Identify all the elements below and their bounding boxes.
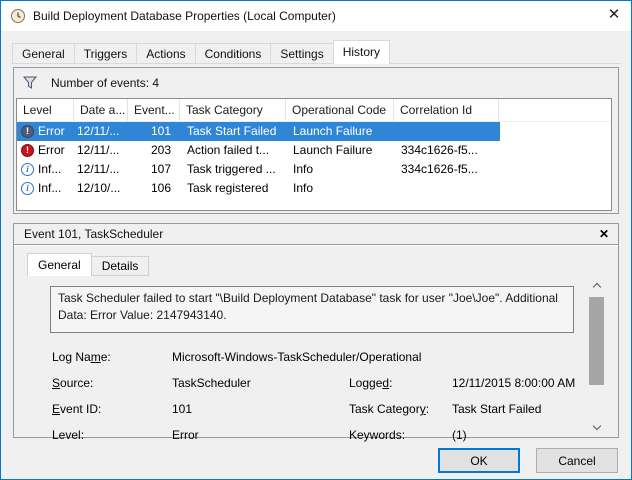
tab-settings[interactable]: Settings <box>270 43 334 64</box>
event-level: Inf... <box>38 162 62 176</box>
event-task-category: Task registered <box>187 181 269 195</box>
filter-bar: Number of events: 4 <box>14 68 618 98</box>
event-date: 12/10/... <box>77 181 121 195</box>
event-opcode: Info <box>293 181 314 195</box>
event-row[interactable]: ! Error 12/11/... 203 Action failed t... … <box>17 141 500 160</box>
scroll-down-icon[interactable] <box>588 418 605 433</box>
info-icon: i <box>21 163 34 176</box>
event-preview-pane: Event 101, TaskScheduler ✕ General Detai… <box>13 223 619 442</box>
event-date: 12/11/... <box>77 162 120 176</box>
titlebar[interactable]: Build Deployment Database Properties (Lo… <box>1 1 631 31</box>
task-scheduler-clock-icon <box>10 8 26 24</box>
source-label: Source: <box>52 376 94 390</box>
logged-value: 12/11/2015 8:00:00 AM <box>452 376 576 390</box>
filter-icon[interactable] <box>22 76 38 92</box>
event-date: 12/11/... <box>77 124 120 138</box>
tab-preview-details[interactable]: Details <box>90 256 150 276</box>
event-id-value: 101 <box>172 402 193 416</box>
column-header-date[interactable]: Date a... <box>74 99 128 121</box>
tab-actions[interactable]: Actions <box>136 43 196 64</box>
scrollbar-thumb[interactable] <box>589 297 604 385</box>
scroll-up-icon[interactable] <box>588 278 605 293</box>
column-header-event-id[interactable]: Event... <box>128 99 180 121</box>
event-row[interactable]: i Inf... 12/10/... 106 Task registered In… <box>17 179 500 198</box>
preview-general-content: Task Scheduler failed to start "\Build D… <box>16 276 616 442</box>
error-icon: ! <box>21 144 34 157</box>
event-correlation-id: 334c1626-f5... <box>401 162 478 176</box>
event-correlation-id: 334c1626-f5... <box>401 143 478 157</box>
window-title: Build Deployment Database Properties (Lo… <box>33 9 336 23</box>
keywords-value: (1) <box>452 428 467 442</box>
event-id: 106 <box>150 181 171 195</box>
events-panel: Number of events: 4 Level Date a... Even… <box>13 67 619 214</box>
event-task-category: Action failed t... <box>187 143 270 157</box>
preview-header: Event 101, TaskScheduler ✕ <box>14 224 618 245</box>
logged-label: Logged: <box>349 376 393 390</box>
event-level: Inf... <box>38 181 62 195</box>
log-name-label: Log Name: <box>52 350 111 364</box>
event-list-header: Level Date a... Event... Task Category O… <box>17 99 611 122</box>
keywords-label: Keywords: <box>349 428 406 442</box>
event-level: Error <box>38 143 65 157</box>
column-header-filler <box>499 99 611 121</box>
event-row[interactable]: i Inf... 12/11/... 107 Task triggered ...… <box>17 160 500 179</box>
event-list[interactable]: Level Date a... Event... Task Category O… <box>16 98 612 211</box>
log-name-value: Microsoft-Windows-TaskScheduler/Operatio… <box>172 350 422 364</box>
cancel-button[interactable]: Cancel <box>536 448 618 473</box>
column-header-level[interactable]: Level <box>17 99 74 121</box>
event-task-category: Task Start Failed <box>187 124 277 138</box>
event-opcode: Launch Failure <box>293 124 373 138</box>
preview-tab-strip: General Details <box>27 253 150 276</box>
event-id: 203 <box>150 143 171 157</box>
level-label: Level: <box>52 428 85 442</box>
info-icon: i <box>21 182 34 195</box>
ok-button[interactable]: OK <box>438 448 520 473</box>
tab-preview-general[interactable]: General <box>27 253 92 276</box>
error-icon: ! <box>21 125 34 138</box>
event-count-label: Number of events: 4 <box>51 76 160 90</box>
source-value: TaskScheduler <box>172 376 251 390</box>
close-icon[interactable]: ✕ <box>597 1 631 31</box>
column-header-correlation-id[interactable]: Correlation Id <box>394 99 499 121</box>
event-correlation-id <box>395 179 500 198</box>
column-header-task-category[interactable]: Task Category <box>180 99 286 121</box>
event-id-label: Event ID: <box>52 402 102 416</box>
tab-triggers[interactable]: Triggers <box>73 43 138 64</box>
properties-dialog: Build Deployment Database Properties (Lo… <box>0 0 632 480</box>
tab-strip: General Triggers Actions Conditions Sett… <box>12 40 391 64</box>
preview-close-icon[interactable]: ✕ <box>599 224 609 244</box>
event-opcode: Info <box>293 162 314 176</box>
task-category-value: Task Start Failed <box>452 402 542 416</box>
level-value: Error <box>172 428 199 442</box>
preview-scrollbar[interactable] <box>588 278 605 433</box>
task-category-label: Task Category: <box>349 402 430 416</box>
event-id: 101 <box>150 124 171 138</box>
tab-general[interactable]: General <box>12 43 75 64</box>
event-id: 107 <box>150 162 171 176</box>
event-description[interactable]: Task Scheduler failed to start "\Build D… <box>50 286 574 333</box>
event-opcode: Launch Failure <box>293 143 373 157</box>
tab-conditions[interactable]: Conditions <box>194 43 272 64</box>
event-task-category: Task triggered ... <box>187 162 276 176</box>
event-level: Error <box>38 124 65 138</box>
event-correlation-id <box>395 122 500 141</box>
tab-history[interactable]: History <box>332 40 391 64</box>
event-detail-grid: Log Name: Microsoft-Windows-TaskSchedule… <box>16 346 586 450</box>
event-row[interactable]: ! Error 12/11/... 101 Task Start Failed L… <box>17 122 500 141</box>
event-date: 12/11/... <box>77 143 120 157</box>
column-header-operational-code[interactable]: Operational Code <box>286 99 394 121</box>
preview-title: Event 101, TaskScheduler <box>24 227 164 241</box>
